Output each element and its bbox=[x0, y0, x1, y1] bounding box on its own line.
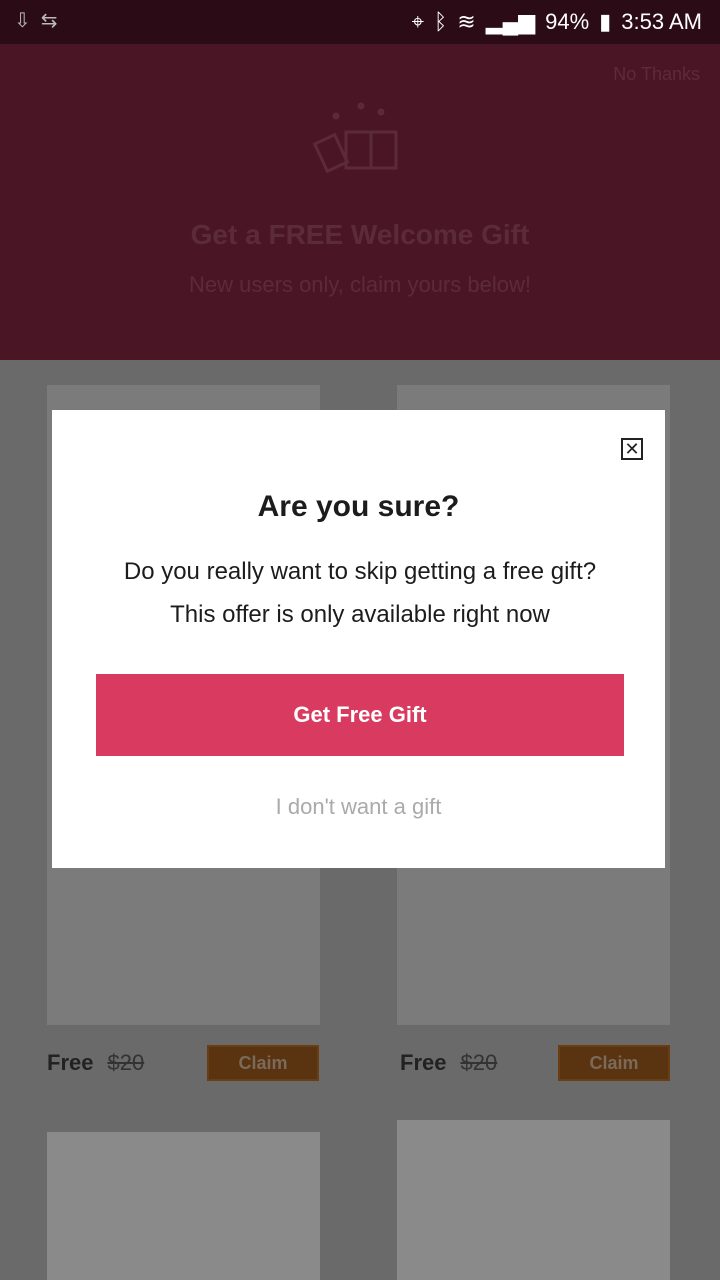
bluetooth-icon: ᛒ bbox=[434, 9, 448, 34]
original-price: $20 bbox=[460, 1050, 498, 1075]
gift-icon bbox=[312, 102, 398, 174]
location-icon: ⌖ bbox=[411, 9, 425, 34]
claim-button[interactable]: Claim bbox=[207, 1045, 319, 1081]
header-title: Get a FREE Welcome Gift bbox=[190, 219, 530, 250]
status-bar: ⇩ ⇆ ⌖ ᛒ ≋ ▂▄▆ 94% ▮ 3:53 AM bbox=[0, 0, 720, 44]
status-icons: ⌖ ᛒ ≋ ▂▄▆ 94% ▮ 3:53 AM bbox=[412, 9, 702, 35]
modal-body: Do you really want to skip getting a fre… bbox=[123, 558, 597, 628]
product-image[interactable] bbox=[397, 1120, 670, 1280]
free-label: Free bbox=[400, 1050, 447, 1075]
header-subtitle: New users only, claim yours below! bbox=[189, 272, 531, 297]
notification-icons: ⇩ ⇆ bbox=[14, 8, 58, 33]
close-icon[interactable]: ✕ bbox=[621, 438, 643, 460]
signal-icon: ▂▄▆ bbox=[485, 9, 536, 34]
no-thanks-link[interactable]: No Thanks bbox=[613, 64, 700, 85]
free-label: Free bbox=[47, 1050, 94, 1075]
get-free-gift-button[interactable]: Get Free Gift bbox=[96, 674, 624, 756]
notification-icon: ⇆ bbox=[40, 10, 58, 32]
product-image[interactable] bbox=[47, 1132, 320, 1280]
download-icon: ⇩ bbox=[14, 10, 31, 32]
battery-percent: 94% bbox=[545, 9, 590, 34]
original-price: $20 bbox=[107, 1050, 145, 1075]
decline-gift-link[interactable]: I don't want a gift bbox=[52, 794, 665, 820]
battery-icon: ▮ bbox=[599, 9, 612, 34]
product-price: Free $20 bbox=[47, 1050, 144, 1076]
confirm-modal: ✕ Are you sure? Do you really want to sk… bbox=[52, 410, 665, 868]
welcome-gift-header: No Thanks Get a FREE Welcome Gift New us… bbox=[0, 44, 720, 360]
product-price: Free $20 bbox=[400, 1050, 497, 1076]
claim-button[interactable]: Claim bbox=[558, 1045, 670, 1081]
clock: 3:53 AM bbox=[621, 9, 702, 34]
wifi-icon: ≋ bbox=[457, 9, 476, 34]
modal-title: Are you sure? bbox=[257, 490, 460, 523]
